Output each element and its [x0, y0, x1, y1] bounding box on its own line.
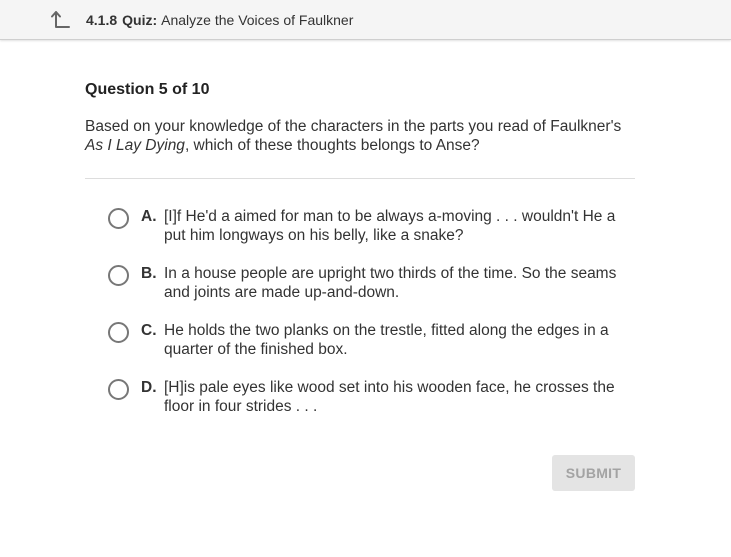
option-text-a: [I]f He'd a aimed for man to be always a…	[164, 208, 616, 244]
activity-title: 4.1.8 Quiz: Analyze the Voices of Faulkner	[86, 12, 353, 28]
option-text-c: He holds the two planks on the trestle, …	[164, 322, 609, 358]
option-letter-c: C.	[141, 322, 157, 339]
option-text-b: In a house people are upright two thirds…	[164, 265, 617, 301]
answer-option-a[interactable]: A. [I]f He'd a aimed for man to be alway…	[108, 207, 638, 251]
radio-button-a[interactable]	[108, 208, 129, 229]
prompt-book-title: As I Lay Dying	[85, 137, 185, 154]
answer-option-d[interactable]: D. [H]is pale eyes like wood set into hi…	[108, 378, 638, 422]
option-letter-d: D.	[141, 379, 157, 396]
answer-option-c[interactable]: C. He holds the two planks on the trestl…	[108, 321, 638, 365]
activity-name: Analyze the Voices of Faulkner	[161, 12, 354, 28]
activity-type: Quiz:	[122, 12, 158, 28]
radio-button-d[interactable]	[108, 379, 129, 400]
divider	[85, 178, 635, 179]
lesson-number: 4.1.8	[86, 12, 118, 28]
top-bar: 4.1.8 Quiz: Analyze the Voices of Faulkner	[0, 0, 731, 40]
answer-option-b[interactable]: B. In a house people are upright two thi…	[108, 264, 638, 308]
option-letter-a: A.	[141, 208, 157, 225]
submit-button[interactable]: SUBMIT	[552, 455, 635, 491]
question-header: Question 5 of 10	[85, 81, 210, 98]
option-text-d: [H]is pale eyes like wood set into his w…	[164, 379, 615, 415]
radio-button-b[interactable]	[108, 265, 129, 286]
back-up-arrow-icon[interactable]	[50, 9, 72, 31]
question-prompt: Based on your knowledge of the character…	[85, 117, 640, 155]
prompt-text-after: , which of these thoughts belongs to Ans…	[184, 137, 480, 154]
radio-button-c[interactable]	[108, 322, 129, 343]
option-letter-b: B.	[141, 265, 157, 282]
prompt-text-before: Based on your knowledge of the character…	[85, 118, 622, 135]
